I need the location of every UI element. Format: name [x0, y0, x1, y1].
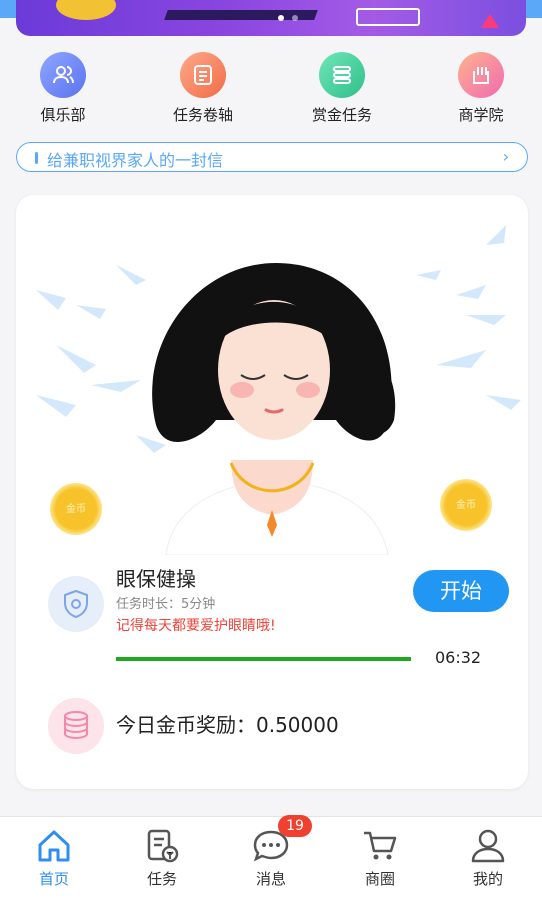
quick-item-club[interactable]: 俱乐部: [8, 52, 118, 125]
tab-tasks[interactable]: 任务: [108, 817, 216, 889]
gold-coin-icon: 金币: [440, 479, 492, 531]
task-timer: 06:32: [435, 648, 482, 667]
gold-coin-icon: 金币: [50, 483, 102, 535]
task-list-icon: [147, 829, 179, 863]
quick-item-academy[interactable]: 商学院: [426, 52, 536, 125]
quick-item-label: 赏金任务: [311, 106, 372, 124]
banner-dot[interactable]: [292, 15, 298, 21]
book-icon: [458, 52, 504, 98]
message-count-badge: 19: [278, 815, 312, 837]
people-icon: [40, 52, 86, 98]
coin-stack-icon: [48, 698, 104, 754]
task-progress-bar: [116, 657, 411, 661]
tab-shop[interactable]: 商圈: [326, 817, 434, 889]
cart-icon: [364, 831, 397, 860]
promo-banner[interactable]: [16, 0, 526, 36]
chevron-right-icon: ›: [502, 147, 509, 166]
quick-item-label: 商学院: [458, 106, 504, 124]
bottom-tab-bar: 首页 任务 消息 19 商圈 我的: [0, 815, 542, 899]
banner-graphic: [481, 14, 499, 28]
task-title: 眼保健操: [116, 567, 196, 591]
notice-text: 给兼职视界家人的一封信: [47, 151, 224, 170]
quick-item-scroll[interactable]: 任务卷轴: [148, 52, 258, 125]
tab-label: 首页: [38, 870, 69, 888]
home-icon: [38, 830, 70, 862]
notice-bar[interactable]: 给兼职视界家人的一封信 ›: [16, 142, 528, 172]
tab-mine[interactable]: 我的: [434, 817, 542, 889]
tab-label: 我的: [472, 870, 503, 888]
banner-dot-active[interactable]: [278, 15, 284, 21]
quick-menu: 俱乐部 任务卷轴 赏金任务 商学院: [0, 52, 542, 132]
coin-label: 金币: [66, 504, 86, 515]
quick-item-bounty[interactable]: 赏金任务: [287, 52, 397, 125]
tab-label: 商圈: [364, 870, 395, 888]
task-card: 金币 金币 眼保健操 任务时长：5分钟 记得每天都要爱护眼睛哦! 开始 06:3…: [16, 195, 528, 789]
tab-label: 消息: [255, 870, 286, 888]
quick-item-label: 任务卷轴: [172, 106, 233, 124]
scroll-icon: [180, 52, 226, 98]
tab-messages[interactable]: 消息 19: [217, 815, 325, 889]
tab-label: 任务: [146, 870, 177, 888]
list-icon: [319, 52, 365, 98]
start-button[interactable]: 开始: [413, 570, 509, 612]
tab-home[interactable]: 首页: [0, 817, 108, 889]
banner-graphic: [356, 8, 420, 26]
task-duration: 任务时长：5分钟: [116, 597, 216, 612]
task-tip: 记得每天都要爱护眼睛哦!: [116, 618, 276, 634]
notice-marker: [35, 152, 38, 164]
reward-label: 今日金币奖励：0.50000: [116, 713, 339, 737]
coin-label: 金币: [456, 500, 476, 511]
user-icon: [471, 829, 505, 863]
banner-graphic: [56, 0, 116, 20]
quick-item-label: 俱乐部: [40, 106, 86, 124]
task-progress-fill: [116, 657, 411, 661]
shield-icon: [48, 576, 104, 632]
